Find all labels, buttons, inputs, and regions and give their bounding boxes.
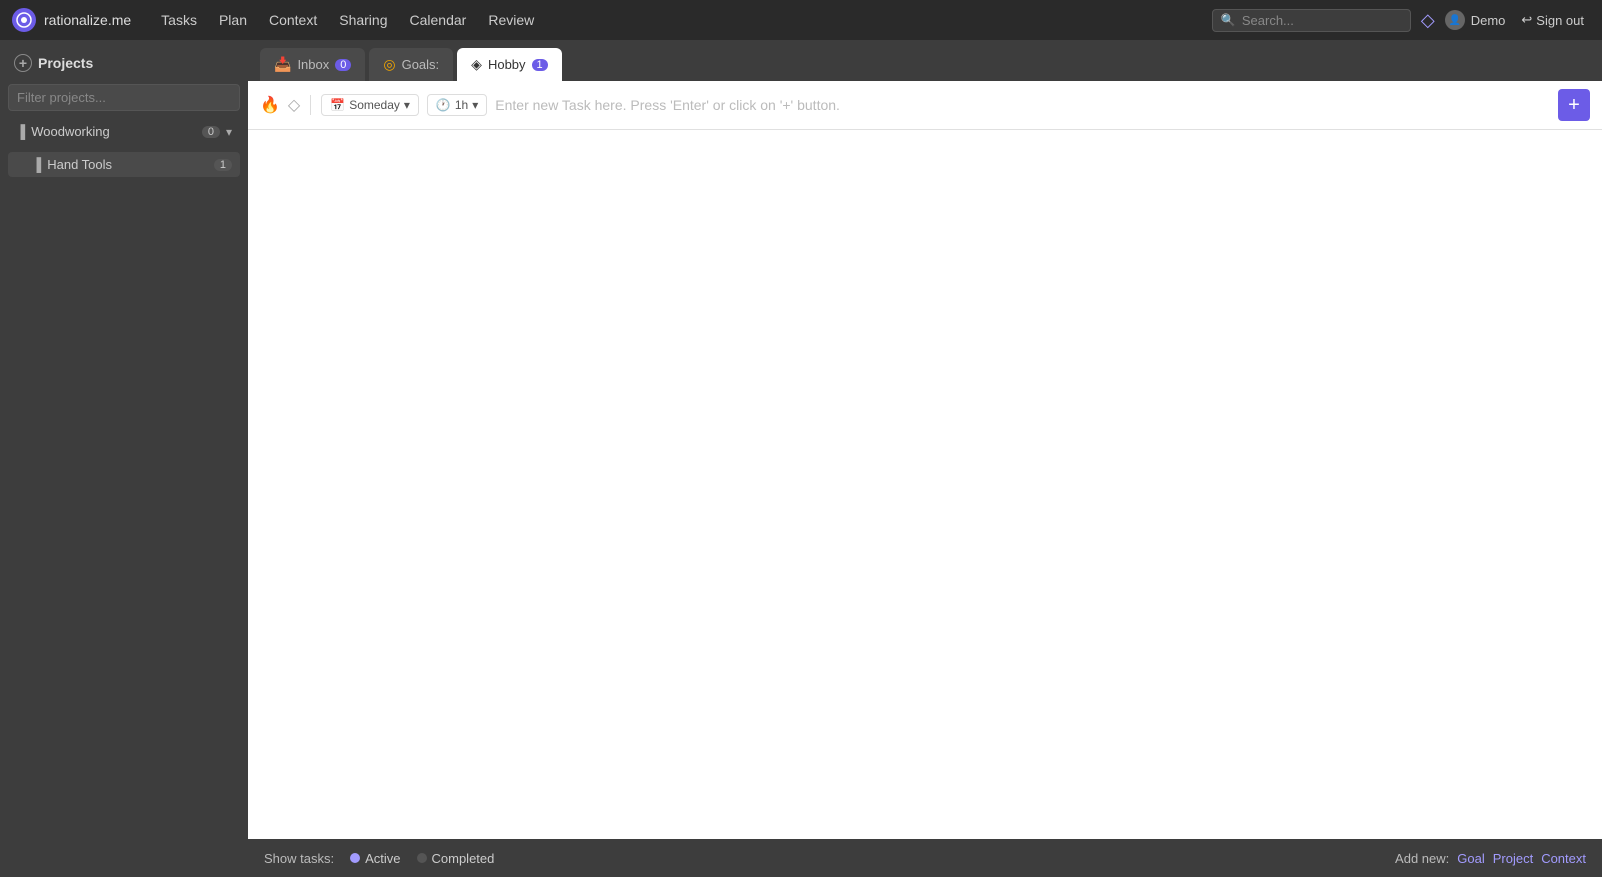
add-project-sidebar-button[interactable]: + <box>14 54 32 72</box>
clock-icon: 🕐 <box>436 98 451 112</box>
filter-projects-input[interactable] <box>8 84 240 111</box>
nav-right: 🔍 ◇ 👤 Demo ↩ Sign out <box>1212 9 1590 32</box>
nav-links: Tasks Plan Context Sharing Calendar Revi… <box>151 8 1208 32</box>
filter-active[interactable]: Active <box>350 851 400 866</box>
bar-chart-sub-icon: ▐ <box>32 157 41 172</box>
input-divider <box>310 95 311 115</box>
calendar-icon: 📅 <box>330 98 345 112</box>
logo-area: rationalize.me <box>12 8 131 32</box>
project-badge-woodworking: 0 <box>202 126 220 138</box>
tab-goals-label: Goals: <box>402 57 440 72</box>
add-project-link[interactable]: Project <box>1493 851 1533 866</box>
diamond-task-icon[interactable]: ◇ <box>288 95 300 115</box>
content-area: 📥 Inbox 0 ◎ Goals: ◈ Hobby 1 🔥 ◇ <box>248 40 1602 877</box>
subproject-badge-hand-tools: 1 <box>214 159 232 171</box>
inbox-icon: 📥 <box>274 56 291 73</box>
signout-button[interactable]: ↩ Sign out <box>1515 9 1590 31</box>
project-name-woodworking: Woodworking <box>31 124 196 139</box>
tab-hobby[interactable]: ◈ Hobby 1 <box>457 48 561 81</box>
tab-hobby-label: Hobby <box>488 57 526 72</box>
user-area: 👤 Demo <box>1445 10 1506 30</box>
user-name: Demo <box>1471 13 1506 28</box>
tab-goals[interactable]: ◎ Goals: <box>369 48 453 81</box>
tab-inbox-label: Inbox <box>297 57 329 72</box>
app-logo-text: rationalize.me <box>44 12 131 28</box>
main-panel: 🔥 ◇ 📅 Someday ▾ 🕐 1h ▾ + <box>248 81 1602 839</box>
add-new-area: Add new: Goal Project Context <box>1395 851 1586 866</box>
fire-icon[interactable]: 🔥 <box>260 95 280 115</box>
active-label: Active <box>365 851 400 866</box>
tab-hobby-badge: 1 <box>532 59 548 71</box>
tab-bar: 📥 Inbox 0 ◎ Goals: ◈ Hobby 1 <box>248 40 1602 81</box>
subproject-name-hand-tools: Hand Tools <box>47 157 208 172</box>
completed-radio-dot <box>417 853 427 863</box>
diamond-icon: ◇ <box>1421 10 1435 31</box>
nav-calendar[interactable]: Calendar <box>400 8 477 32</box>
nav-sharing[interactable]: Sharing <box>329 8 397 32</box>
user-avatar: 👤 <box>1445 10 1465 30</box>
someday-button[interactable]: 📅 Someday ▾ <box>321 94 419 116</box>
bar-chart-icon: ▐ <box>16 124 25 139</box>
signout-label: Sign out <box>1536 13 1584 28</box>
someday-chevron-icon: ▾ <box>404 98 410 112</box>
task-content-area <box>248 130 1602 839</box>
goals-icon: ◎ <box>383 56 395 73</box>
nav-context[interactable]: Context <box>259 8 327 32</box>
filter-completed[interactable]: Completed <box>417 851 495 866</box>
project-woodworking[interactable]: ▐ Woodworking 0 ▾ <box>8 119 240 144</box>
nav-tasks[interactable]: Tasks <box>151 8 207 32</box>
someday-label: Someday <box>349 98 400 112</box>
time-label: 1h <box>455 98 468 112</box>
nav-review[interactable]: Review <box>478 8 544 32</box>
app-logo-icon <box>12 8 36 32</box>
add-context-link[interactable]: Context <box>1541 851 1586 866</box>
subproject-hand-tools[interactable]: ▐ Hand Tools 1 <box>8 152 240 177</box>
top-nav: rationalize.me Tasks Plan Context Sharin… <box>0 0 1602 40</box>
sidebar-header: + Projects <box>8 50 240 76</box>
completed-label: Completed <box>432 851 495 866</box>
bottom-bar: Show tasks: Active Completed Add new: Go… <box>248 839 1602 877</box>
time-chevron-icon: ▾ <box>472 98 478 112</box>
sidebar-projects-label: Projects <box>38 55 93 71</box>
search-input[interactable] <box>1242 13 1402 28</box>
add-task-button[interactable]: + <box>1558 89 1590 121</box>
search-icon: 🔍 <box>1221 13 1236 27</box>
show-tasks-label: Show tasks: <box>264 851 334 866</box>
nav-plan[interactable]: Plan <box>209 8 257 32</box>
task-input-bar: 🔥 ◇ 📅 Someday ▾ 🕐 1h ▾ + <box>248 81 1602 130</box>
time-button[interactable]: 🕐 1h ▾ <box>427 94 487 116</box>
tab-inbox-badge: 0 <box>335 59 351 71</box>
add-goal-link[interactable]: Goal <box>1457 851 1484 866</box>
main-layout: + Projects ▐ Woodworking 0 ▾ ▐ Hand Tool… <box>0 40 1602 877</box>
add-new-label: Add new: <box>1395 851 1449 866</box>
hobby-icon: ◈ <box>471 56 482 73</box>
signout-icon: ↩ <box>1521 12 1532 28</box>
active-radio-dot <box>350 853 360 863</box>
search-container: 🔍 <box>1212 9 1411 32</box>
tab-inbox[interactable]: 📥 Inbox 0 <box>260 48 365 81</box>
sidebar: + Projects ▐ Woodworking 0 ▾ ▐ Hand Tool… <box>0 40 248 877</box>
task-text-input[interactable] <box>495 97 1550 113</box>
chevron-down-icon[interactable]: ▾ <box>226 125 232 139</box>
